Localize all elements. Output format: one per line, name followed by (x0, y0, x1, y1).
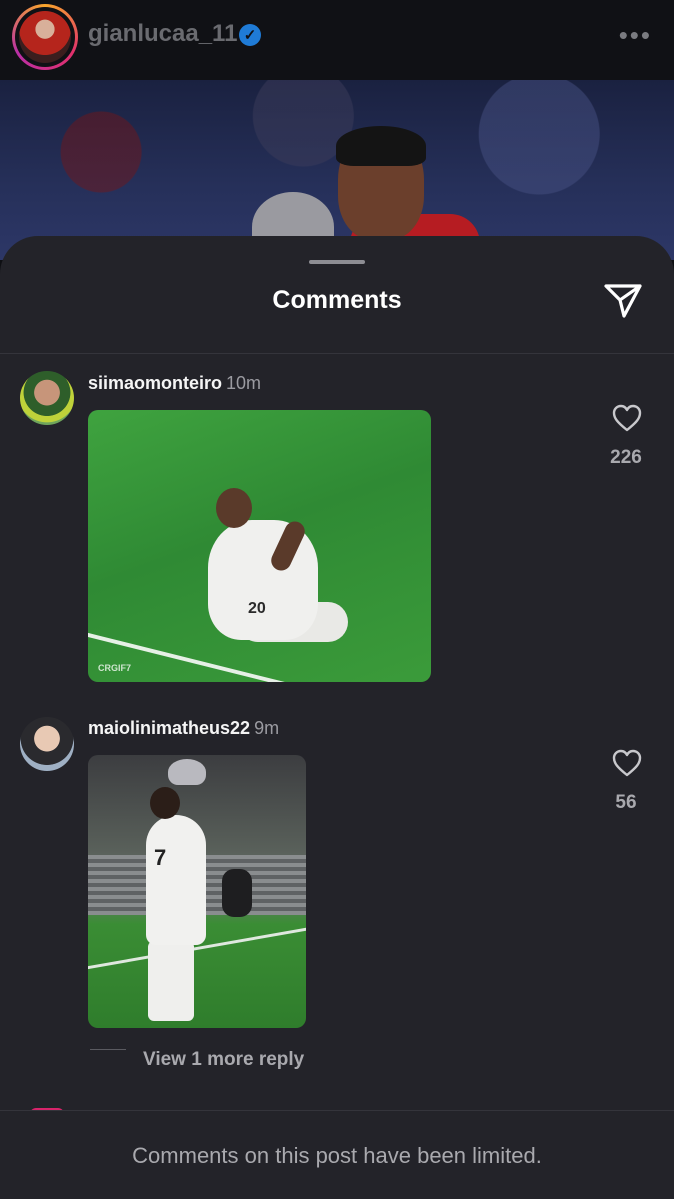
commenter-avatar[interactable] (20, 371, 74, 425)
comments-sheet: Comments siimaomonteiro 10m 20 CRGIF7 226… (0, 236, 674, 1199)
heart-icon[interactable] (611, 748, 643, 778)
comment-time: 9m (254, 718, 280, 738)
commenter-avatar[interactable] (20, 717, 74, 771)
verified-badge-icon: ✓ (239, 24, 261, 46)
post-photo (0, 80, 674, 260)
sheet-grab-handle[interactable] (309, 260, 365, 264)
comment-username[interactable]: siimaomonteiro (88, 373, 222, 393)
post-header: gianlucaa_11 ✓ ••• (0, 0, 674, 80)
like-count: 226 (610, 447, 642, 468)
comment-author[interactable]: maiolinimatheus22 9m (88, 718, 279, 739)
gif-watermark: CRGIF7 (98, 663, 132, 673)
sheet-title: Comments (272, 286, 402, 314)
comment-time: 10m (226, 373, 262, 393)
jersey-number: 7 (154, 845, 167, 870)
send-icon[interactable] (602, 280, 644, 320)
like-count: 56 (615, 792, 637, 813)
jersey-number: 20 (248, 600, 266, 617)
comments-limited-notice: Comments on this post have been limited. (132, 1143, 542, 1168)
reply-divider-line (90, 1049, 126, 1050)
comments-limited-footer: Comments on this post have been limited. (0, 1110, 674, 1199)
view-more-replies-link[interactable]: View 1 more reply (143, 1049, 304, 1071)
header-divider (0, 353, 674, 354)
post-username[interactable]: gianlucaa_11 (88, 20, 237, 48)
heart-icon[interactable] (611, 403, 643, 433)
comment-gif[interactable]: 20 CRGIF7 (88, 410, 431, 682)
avatar-image (19, 11, 71, 63)
post-author-avatar[interactable] (12, 4, 78, 70)
comment-gif[interactable]: 7 (88, 755, 306, 1028)
comment-username[interactable]: maiolinimatheus22 (88, 718, 250, 738)
comment-author[interactable]: siimaomonteiro 10m (88, 373, 261, 394)
more-options-icon[interactable]: ••• (619, 20, 652, 51)
